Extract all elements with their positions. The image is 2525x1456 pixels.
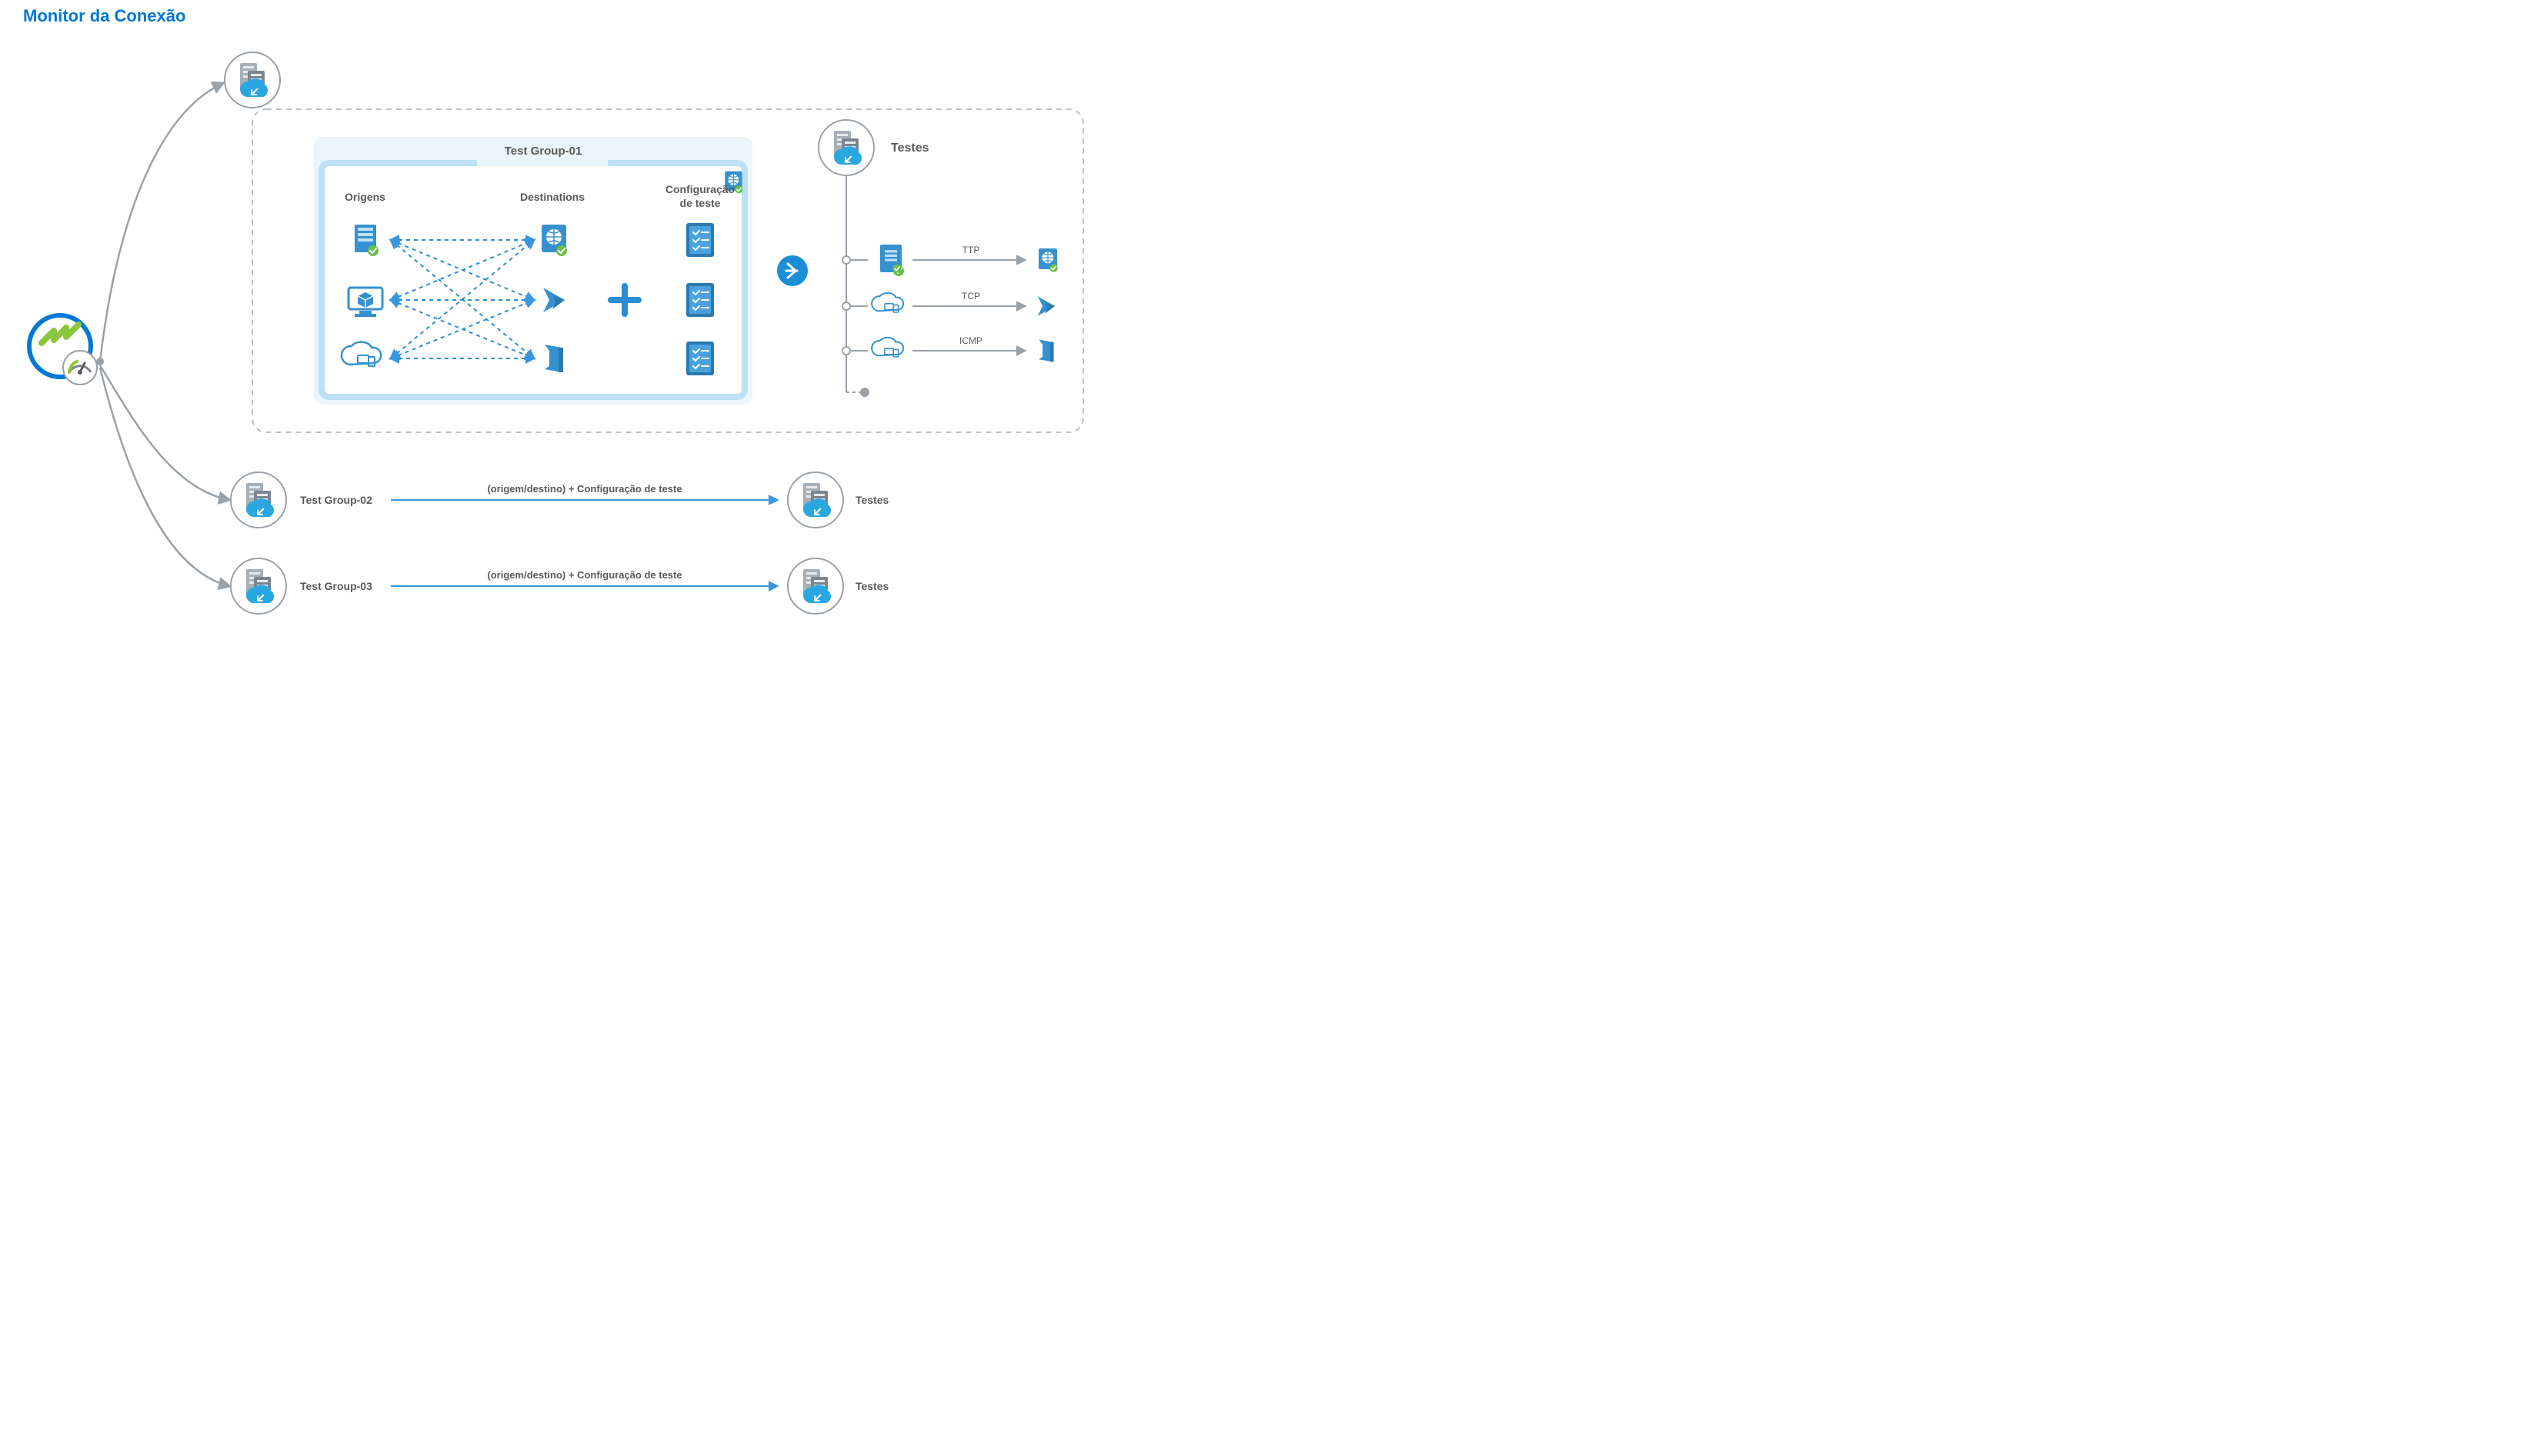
group2-testes-node	[788, 472, 843, 528]
group1-expanded-container	[252, 109, 1083, 432]
test-row-2-protocol: TCP	[962, 291, 980, 302]
testgroup-panel-bg	[314, 137, 752, 405]
test-row-1-protocol: TTP	[962, 245, 980, 255]
testconfig-icon-3	[686, 342, 714, 375]
group3-label: Test Group-03	[300, 580, 372, 592]
connector-root-to-group3	[100, 368, 229, 586]
source-icon-cloud	[342, 342, 381, 366]
test-row-1-src	[882, 248, 902, 273]
test-row-1-dest	[1039, 248, 1058, 272]
test-row-3-protocol: ICMP	[959, 335, 982, 346]
col-destinations-label: Destinations	[520, 191, 585, 203]
destination-icon-office	[545, 345, 563, 372]
testgroup-panel-title: Test Group-01	[505, 145, 582, 158]
monitor-root-icon	[29, 315, 97, 385]
group1-server-node	[225, 52, 280, 108]
plus-icon	[611, 286, 639, 314]
test-row-1	[725, 172, 1025, 276]
destination-icon-globe	[542, 225, 567, 256]
group3-testes-label: Testes	[856, 580, 889, 592]
testes-title: Testes	[891, 142, 929, 155]
destination-icon-dynamics	[543, 288, 565, 312]
group2-testes-label: Testes	[856, 494, 889, 506]
group3-server-node	[231, 558, 286, 614]
testes-server-node	[819, 120, 874, 175]
col-sources-label: Origens	[345, 191, 385, 203]
crossing-connectors	[391, 240, 534, 358]
col-testconfig-label: Configuração de teste	[665, 183, 735, 210]
group2-arrow-label: (origem/destino) + Configuração de teste	[487, 483, 682, 495]
diagram-canvas: Monitor da Conexão	[0, 0, 1108, 634]
arrow-badge	[777, 255, 808, 286]
connector-root-to-group1	[100, 83, 223, 362]
testes-tree-lines	[846, 175, 868, 392]
group3-arrow-label: (origem/destino) + Configuração de teste	[487, 569, 682, 581]
connector-root-to-group2	[100, 365, 229, 500]
testconfig-icon-1	[686, 223, 714, 257]
diagram-svg	[0, 0, 1108, 634]
group2-server-node	[231, 472, 286, 528]
root-anchor-dot	[96, 358, 104, 365]
diagram-title: Monitor da Conexão	[23, 6, 185, 26]
source-icon-server	[355, 225, 379, 256]
testconfig-icon-2	[686, 283, 714, 317]
source-icon-monitor	[349, 288, 382, 317]
group2-label: Test Group-02	[300, 494, 372, 506]
group3-testes-node	[788, 558, 843, 614]
